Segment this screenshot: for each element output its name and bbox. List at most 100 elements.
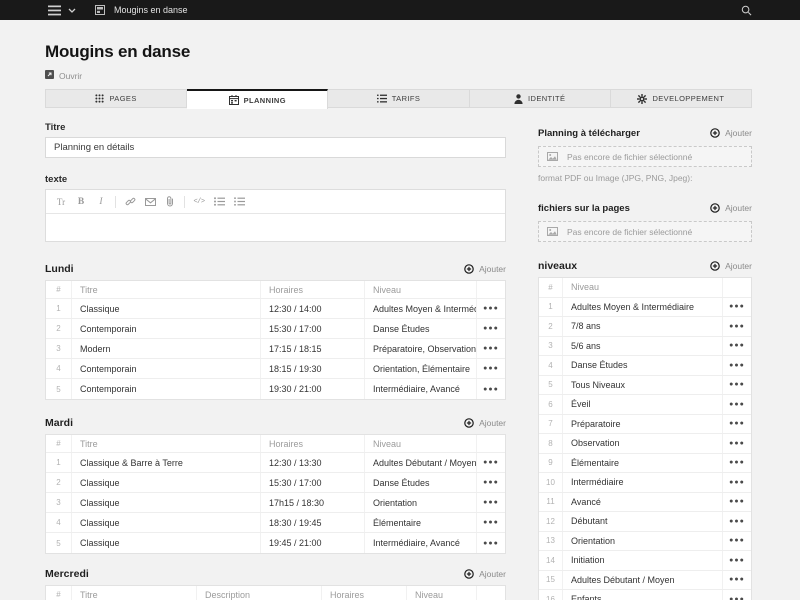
row-actions-button[interactable]: ●●● [723, 512, 751, 531]
page-title: Mougins en danse [45, 42, 190, 62]
table-row: 2Contemporain15:30 / 17:00Danse Études●●… [46, 319, 505, 339]
table-row: 5Classique19:45 / 21:00Intermédiaire, Av… [46, 533, 505, 553]
text-style-icon[interactable]: Tr [52, 193, 70, 211]
hamburger-menu-icon[interactable] [48, 5, 61, 16]
plus-circle-icon [464, 264, 474, 274]
add-level-button[interactable]: Ajouter [710, 261, 752, 271]
row-actions-button[interactable]: ●●● [477, 473, 505, 492]
italic-icon[interactable]: I [92, 193, 110, 211]
row-cell: Contemporain [72, 359, 261, 378]
tab-identite[interactable]: IDENTITÉ [470, 90, 611, 107]
row-cell: 12:30 / 13:30 [261, 453, 365, 472]
row-cell: Classique [72, 533, 261, 553]
tab-label: DEVELOPPEMENT [652, 94, 724, 103]
row-actions-button[interactable]: ●●● [723, 395, 751, 414]
day-table: #TitreHorairesNiveau 1Classique12:30 / 1… [45, 280, 506, 400]
row-actions-button[interactable]: ●●● [723, 590, 751, 600]
row-actions-button[interactable]: ●●● [477, 379, 505, 399]
row-index: 9 [539, 454, 563, 473]
open-external-icon [45, 70, 54, 81]
tab-developpement[interactable]: DEVELOPPEMENT [611, 90, 751, 107]
table-header-row: #TitreHorairesNiveau [46, 281, 505, 299]
table-row: 35/6 ans●●● [539, 337, 751, 357]
row-index: 4 [539, 356, 563, 375]
add-planning-file-button[interactable]: Ajouter [710, 128, 752, 138]
row-index: 8 [539, 434, 563, 453]
chevron-down-icon[interactable] [68, 8, 76, 13]
sidebar-column: Planning à télécharger Ajouter Pas encor… [538, 109, 752, 600]
planning-file-field[interactable]: Pas encore de fichier sélectionné [538, 146, 752, 167]
column-header: # [539, 278, 563, 297]
table-row: 27/8 ans●●● [539, 317, 751, 337]
row-actions-button[interactable]: ●●● [723, 298, 751, 317]
row-cell: Adultes Moyen & Intermédi... [365, 299, 477, 318]
row-actions-button[interactable]: ●●● [723, 356, 751, 375]
row-cell: 15:30 / 17:00 [261, 473, 365, 492]
link-icon[interactable] [121, 193, 139, 211]
row-cell: 18:30 / 19:45 [261, 513, 365, 532]
column-header: Niveau [365, 435, 477, 452]
row-cell: Orientation, Élémentaire [365, 359, 477, 378]
ordered-list-icon[interactable] [230, 193, 248, 211]
row-cell: Avancé [563, 493, 723, 512]
table-row: 10Intermédiaire●●● [539, 473, 751, 493]
tab-planning[interactable]: PLANNING [187, 89, 328, 109]
add-label: Ajouter [725, 128, 752, 138]
row-cell: Classique [72, 493, 261, 512]
row-index: 5 [46, 533, 72, 553]
row-actions-button[interactable]: ●●● [477, 339, 505, 358]
add-page-file-button[interactable]: Ajouter [710, 203, 752, 213]
page-file-field[interactable]: Pas encore de fichier sélectionné [538, 221, 752, 242]
table-row: 6Éveil●●● [539, 395, 751, 415]
bold-icon[interactable]: B [72, 193, 90, 211]
row-actions-button[interactable]: ●●● [477, 453, 505, 472]
add-row-button[interactable]: Ajouter [464, 418, 506, 428]
plus-circle-icon [710, 128, 720, 138]
column-header: Titre [72, 281, 261, 298]
tab-tarifs[interactable]: TARIFS [328, 90, 469, 107]
title-input[interactable] [45, 137, 506, 158]
open-site-link[interactable]: Ouvrir [45, 70, 82, 81]
row-actions-button[interactable]: ●●● [477, 513, 505, 532]
tab-label: TARIFS [392, 94, 421, 103]
row-actions-button[interactable]: ●●● [723, 337, 751, 356]
row-actions-button[interactable]: ●●● [723, 454, 751, 473]
row-actions-button[interactable]: ●●● [477, 533, 505, 553]
row-actions-button[interactable]: ●●● [723, 551, 751, 570]
row-actions-button[interactable]: ●●● [723, 317, 751, 336]
row-actions-button[interactable]: ●●● [477, 359, 505, 378]
column-header-actions [477, 435, 505, 452]
day-section: Mercredi Ajouter #TitreDescriptionHorair… [45, 566, 506, 600]
row-actions-button[interactable]: ●●● [477, 493, 505, 512]
search-icon[interactable] [741, 5, 752, 16]
row-actions-button[interactable]: ●●● [723, 415, 751, 434]
row-cell: Contemporain [72, 379, 261, 399]
row-actions-button[interactable]: ●●● [477, 319, 505, 338]
bullet-list-icon[interactable] [210, 193, 228, 211]
row-index: 14 [539, 551, 563, 570]
mail-icon[interactable] [141, 193, 159, 211]
row-cell: Préparatoire [563, 415, 723, 434]
row-actions-button[interactable]: ●●● [723, 434, 751, 453]
row-actions-button[interactable]: ●●● [723, 571, 751, 590]
table-row: 13Orientation●●● [539, 532, 751, 552]
row-actions-button[interactable]: ●●● [723, 493, 751, 512]
tab-pages[interactable]: PAGES [46, 90, 187, 107]
row-actions-button[interactable]: ●●● [723, 532, 751, 551]
plus-circle-icon [464, 569, 474, 579]
toolbar-divider [184, 196, 185, 208]
add-label: Ajouter [725, 203, 752, 213]
code-icon[interactable]: </> [190, 193, 208, 211]
row-cell: Débutant [563, 512, 723, 531]
attachment-icon[interactable] [161, 193, 179, 211]
editor-content[interactable] [46, 214, 505, 241]
row-actions-button[interactable]: ●●● [477, 299, 505, 318]
row-actions-button[interactable]: ●●● [723, 473, 751, 492]
row-actions-button[interactable]: ●●● [723, 376, 751, 395]
table-row: 9Élémentaire●●● [539, 454, 751, 474]
add-row-button[interactable]: Ajouter [464, 264, 506, 274]
text-field-label: texte [45, 174, 506, 185]
day-section: Mardi Ajouter #TitreHorairesNiveau 1Clas… [45, 415, 506, 554]
add-row-button[interactable]: Ajouter [464, 569, 506, 579]
tab-label: IDENTITÉ [528, 94, 565, 103]
